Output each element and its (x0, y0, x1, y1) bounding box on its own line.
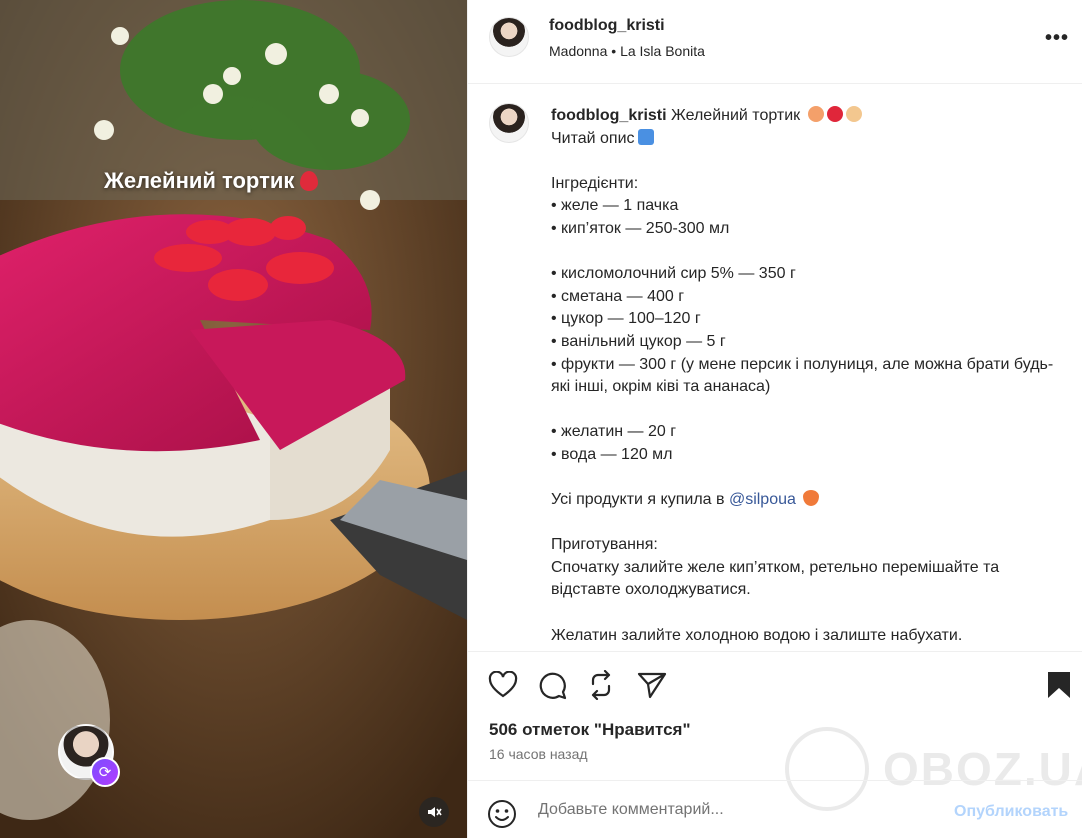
cake-scene (0, 0, 467, 838)
action-bar (468, 651, 1082, 716)
post-caption: foodblog_kristi Желейний тортик Читай оп… (551, 105, 1061, 647)
shop-text: Усі продукти я купила в (551, 491, 729, 509)
post-comment-button[interactable]: Опубликовать (954, 803, 1068, 821)
video-caption-text: Желейний тортик (104, 168, 295, 193)
emoji-icon[interactable] (487, 799, 517, 834)
ingredient-item: • кисломолочний сир 5% — 350 г (551, 265, 796, 283)
audio-separator: • (611, 43, 617, 59)
caption-username[interactable]: foodblog_kristi (551, 107, 667, 124)
ingredient-item: • вода — 120 мл (551, 445, 673, 463)
strawberry-icon (300, 171, 319, 191)
repost-icon[interactable] (585, 669, 617, 701)
like-count[interactable]: 506 отметок "Нравится" (489, 720, 691, 740)
preparation-step: Желатин залийте холодною водою і залиште… (551, 626, 963, 644)
ingredient-item: • желе — 1 пачка (551, 197, 679, 215)
peach-icon (807, 106, 824, 122)
audio-info[interactable]: Madonna • La Isla Bonita (549, 43, 705, 59)
shop-mention-link[interactable]: @silpoua (729, 491, 796, 508)
post-modal: Желейний тортик ⟳ foodblog_kristi Madonn… (0, 0, 1082, 838)
comment-input[interactable] (538, 797, 938, 823)
ingredient-item: • желатин — 20 г (551, 423, 677, 441)
ingredient-item: • цукор — 100–120 г (551, 310, 701, 328)
ingredient-item: • кип’яток — 250-300 мл (551, 219, 730, 237)
comment-bar: Опубликовать (468, 780, 1082, 838)
ingredient-item: • ванільний цукор — 5 г (551, 332, 726, 350)
ingredient-item: • сметана — 400 г (551, 287, 685, 305)
audio-track[interactable]: La Isla Bonita (620, 43, 705, 59)
heart-icon[interactable] (487, 669, 519, 701)
audio-artist[interactable]: Madonna (549, 43, 607, 59)
bookmark-icon[interactable] (1043, 669, 1075, 701)
post-header: foodblog_kristi Madonna • La Isla Bonita… (468, 0, 1082, 84)
post-video[interactable]: Желейний тортик ⟳ (0, 0, 467, 838)
caption-author-avatar[interactable] (489, 103, 529, 143)
video-caption-overlay: Желейний тортик (104, 168, 319, 194)
speaker-muted-icon[interactable] (419, 797, 449, 827)
caption-title: Желейний тортик (671, 107, 801, 124)
orange-heart-icon (803, 490, 820, 507)
strawberry-icon (826, 106, 843, 122)
comment-icon[interactable] (536, 669, 568, 701)
preparation-step: Спочатку залийте желе кип’ятком, ретельн… (551, 558, 1004, 599)
share-icon[interactable] (636, 669, 668, 701)
more-horizontal-icon[interactable]: ••• (1045, 27, 1069, 50)
remix-icon[interactable]: ⟳ (90, 757, 120, 787)
arrow-down-icon (637, 128, 654, 145)
author-avatar[interactable] (489, 17, 529, 57)
post-details-panel: foodblog_kristi Madonna • La Isla Bonita… (467, 0, 1082, 838)
ingredients-heading: Інгредієнти: (551, 174, 639, 192)
author-username[interactable]: foodblog_kristi (549, 17, 665, 35)
caption-read-line: Читай опис (551, 129, 635, 147)
preparation-heading: Приготування: (551, 536, 658, 554)
post-caption-area: foodblog_kristi Желейний тортик Читай оп… (468, 85, 1082, 650)
cake-icon (845, 106, 862, 122)
ingredient-item: • фрукти — 300 г (у мене персик і полуни… (551, 355, 1054, 396)
post-time[interactable]: 16 часов назад (489, 746, 588, 762)
